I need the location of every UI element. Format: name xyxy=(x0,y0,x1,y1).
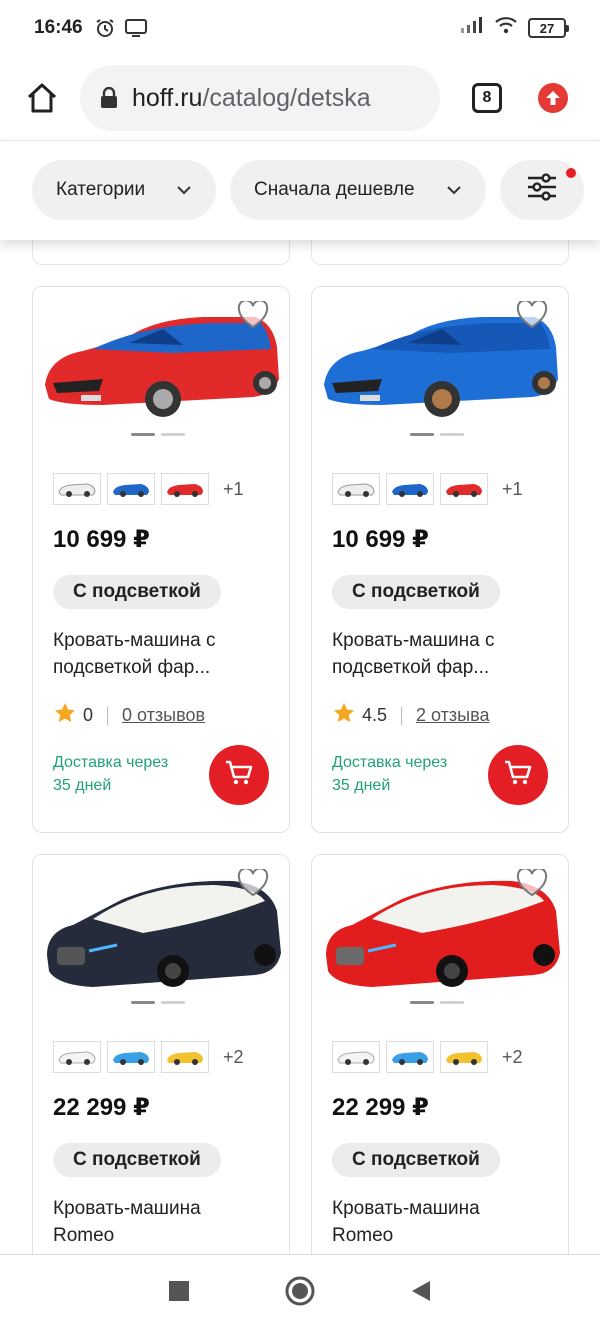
color-swatches: +1 xyxy=(53,473,244,505)
divider xyxy=(107,706,109,725)
browser-toolbar: hoff.ru/catalog/detska 8 xyxy=(0,56,600,140)
cart-icon xyxy=(224,759,254,792)
feature-badge: С подсветкой xyxy=(53,1143,221,1177)
feature-badge: С подсветкой xyxy=(53,575,221,609)
swatch-white-car[interactable] xyxy=(53,1041,101,1073)
star-icon xyxy=(332,701,356,730)
delivery-info: Доставка через 35 дней xyxy=(53,754,169,794)
product-grid: +1 10 699 ₽ С подсветкой Кровать-машина … xyxy=(0,240,600,1254)
status-time: 16:46 xyxy=(34,17,83,38)
product-card[interactable]: +1 10 699 ₽ С подсветкой Кровать-машина … xyxy=(32,286,290,833)
swatch-yellow-car[interactable] xyxy=(440,1041,488,1073)
rating-row: 4.5 2 отзыва xyxy=(332,701,489,730)
color-swatches: +2 xyxy=(53,1041,244,1073)
chevron-down-icon xyxy=(176,185,192,195)
sliders-icon xyxy=(526,172,558,208)
sort-dropdown[interactable]: Сначала дешевле xyxy=(230,160,486,220)
swatch-blue-car[interactable] xyxy=(107,473,155,505)
back-triangle-icon[interactable] xyxy=(410,1279,432,1308)
system-nav-bar xyxy=(0,1254,600,1332)
swatch-blue-car[interactable] xyxy=(107,1041,155,1073)
battery-icon: 27 xyxy=(528,18,569,38)
address-bar[interactable]: hoff.ru/catalog/detska xyxy=(80,65,440,131)
product-price: 22 299 ₽ xyxy=(53,1094,150,1121)
swatch-white-car[interactable] xyxy=(332,473,380,505)
swatch-blue-car[interactable] xyxy=(386,1041,434,1073)
rating-value: 4.5 xyxy=(362,705,388,725)
product-card-partial[interactable] xyxy=(32,240,290,265)
product-title[interactable]: Кровать-машина Romeo xyxy=(53,1195,273,1249)
add-to-cart-button[interactable] xyxy=(488,745,548,805)
url-host: hoff.ru xyxy=(132,83,203,112)
url-path: /catalog/detska xyxy=(202,83,371,112)
filter-active-dot xyxy=(566,168,576,178)
categories-label: Категории xyxy=(56,179,146,200)
swatch-blue-car[interactable] xyxy=(386,473,434,505)
status-bar: 16:46 27 xyxy=(0,0,600,56)
more-colors[interactable]: +2 xyxy=(502,1047,523,1068)
product-price: 22 299 ₽ xyxy=(332,1094,429,1121)
wifi-icon xyxy=(494,16,518,40)
heart-icon[interactable] xyxy=(516,867,548,902)
reviews-link[interactable]: 0 отзывов xyxy=(122,705,205,726)
swatch-red-car[interactable] xyxy=(440,473,488,505)
more-colors[interactable]: +1 xyxy=(223,479,244,500)
heart-icon[interactable] xyxy=(237,299,269,334)
swatch-white-car[interactable] xyxy=(53,473,101,505)
filters-button[interactable] xyxy=(500,160,584,220)
sort-label: Сначала дешевле xyxy=(254,179,415,200)
tabs-icon[interactable]: 8 xyxy=(472,83,502,113)
screen-cast-icon xyxy=(124,19,147,37)
image-pager xyxy=(410,433,464,436)
product-price: 10 699 ₽ xyxy=(332,526,429,553)
divider xyxy=(401,706,403,725)
product-card[interactable]: +2 22 299 ₽ С подсветкой Кровать-машина … xyxy=(32,854,290,1254)
reviews-link[interactable]: 2 отзыва xyxy=(416,705,489,726)
feature-badge: С подсветкой xyxy=(332,1143,500,1177)
product-title[interactable]: Кровать-машина Romeo xyxy=(332,1195,552,1249)
update-icon[interactable] xyxy=(538,83,568,113)
cart-icon xyxy=(503,759,533,792)
image-pager xyxy=(131,433,185,436)
filter-bar: Категории Сначала дешевле xyxy=(0,140,600,240)
more-colors[interactable]: +2 xyxy=(223,1047,244,1068)
swatch-red-car[interactable] xyxy=(161,473,209,505)
swatch-white-car[interactable] xyxy=(332,1041,380,1073)
feature-badge: С подсветкой xyxy=(332,575,500,609)
product-title[interactable]: Кровать-машина с подсветкой фар... xyxy=(53,627,273,681)
recents-square-icon[interactable] xyxy=(168,1280,190,1307)
product-card-partial[interactable] xyxy=(311,240,569,265)
chevron-down-icon xyxy=(446,185,462,195)
heart-icon[interactable] xyxy=(237,867,269,902)
more-colors[interactable]: +1 xyxy=(502,479,523,500)
signal-icon xyxy=(460,16,484,40)
home-circle-icon[interactable] xyxy=(284,1275,316,1312)
product-card[interactable]: +1 10 699 ₽ С подсветкой Кровать-машина … xyxy=(311,286,569,833)
product-price: 10 699 ₽ xyxy=(53,526,150,553)
product-card[interactable]: +2 22 299 ₽ С подсветкой Кровать-машина … xyxy=(311,854,569,1254)
heart-icon[interactable] xyxy=(516,299,548,334)
home-icon[interactable] xyxy=(22,78,62,118)
swatch-yellow-car[interactable] xyxy=(161,1041,209,1073)
star-icon xyxy=(53,701,77,730)
alarm-icon xyxy=(95,18,115,38)
image-pager xyxy=(410,1001,464,1004)
image-pager xyxy=(131,1001,185,1004)
delivery-info: Доставка через 35 дней xyxy=(332,754,448,794)
lock-icon xyxy=(100,87,118,109)
rating-value: 0 xyxy=(83,705,94,725)
product-title[interactable]: Кровать-машина с подсветкой фар... xyxy=(332,627,552,681)
color-swatches: +2 xyxy=(332,1041,523,1073)
rating-row: 0 0 отзывов xyxy=(53,701,205,730)
add-to-cart-button[interactable] xyxy=(209,745,269,805)
categories-dropdown[interactable]: Категории xyxy=(32,160,216,220)
color-swatches: +1 xyxy=(332,473,523,505)
